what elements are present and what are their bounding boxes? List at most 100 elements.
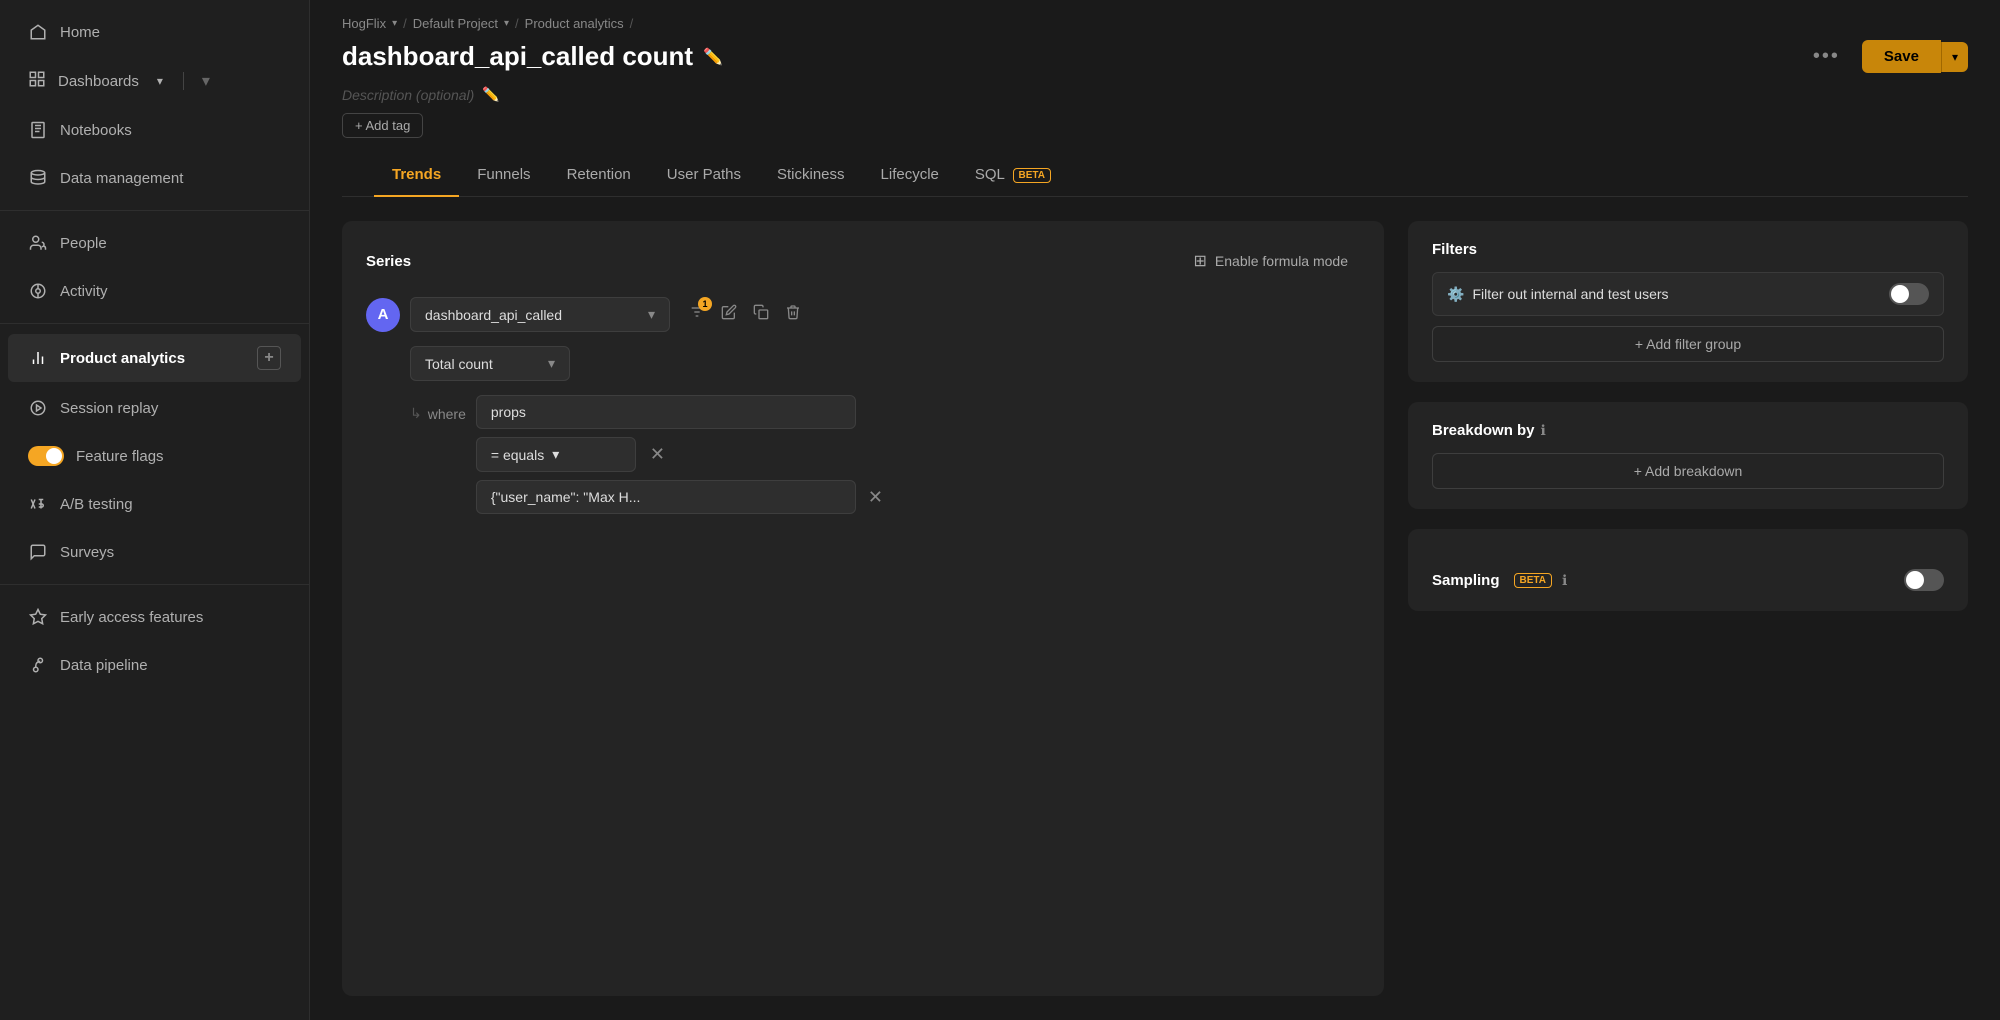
sampling-info-icon[interactable]: ℹ <box>1562 572 1567 589</box>
ab-testing-icon <box>28 494 48 514</box>
filters-panel: Filters ⚙️ Filter out internal and test … <box>1408 221 1968 996</box>
sampling-label: Sampling <box>1432 572 1500 589</box>
filter-internal-row: ⚙️ Filter out internal and test users <box>1432 272 1944 316</box>
sampling-row: Sampling BETA ℹ <box>1432 569 1944 591</box>
sidebar-item-session-replay[interactable]: Session replay <box>8 386 301 430</box>
sidebar-item-data-management[interactable]: Data management <box>8 156 301 200</box>
tab-sql[interactable]: SQL BETA <box>957 154 1069 197</box>
filters-section-title: Filters <box>1432 241 1944 258</box>
formula-icon: ⊞ <box>1194 251 1207 271</box>
dashboards-expand-icon[interactable]: ▾ <box>202 71 210 91</box>
breadcrumb-product-analytics[interactable]: Product analytics <box>525 16 624 31</box>
dashboards-icon <box>28 70 46 92</box>
save-button-group: Save ▾ <box>1862 40 1968 73</box>
data-management-icon <box>28 168 48 188</box>
breadcrumb: HogFlix ▾ / Default Project ▾ / Product … <box>342 16 1968 31</box>
breakdown-section: Breakdown by ℹ + Add breakdown <box>1408 402 1968 509</box>
sidebar-item-ab-testing[interactable]: A/B testing <box>8 482 301 526</box>
where-row: ↳ where = equals ▾ ✕ <box>410 395 1360 514</box>
where-section: ↳ where = equals ▾ ✕ <box>410 395 1360 514</box>
sidebar-item-feature-flags[interactable]: Feature flags <box>8 434 301 478</box>
filter-gear-icon: ⚙️ <box>1447 286 1464 303</box>
where-filters: = equals ▾ ✕ ✕ <box>476 395 1360 514</box>
tab-user-paths[interactable]: User Paths <box>649 154 759 197</box>
filter-property-input[interactable] <box>476 395 856 429</box>
sampling-toggle[interactable] <box>1904 569 1944 591</box>
breadcrumb-hogflix[interactable]: HogFlix <box>342 16 386 31</box>
filters-section: Filters ⚙️ Filter out internal and test … <box>1408 221 1968 382</box>
surveys-icon <box>28 542 48 562</box>
breakdown-title-row: Breakdown by ℹ <box>1432 422 1944 439</box>
dashboards-chevron-icon: ▾ <box>157 74 163 88</box>
tab-stickiness[interactable]: Stickiness <box>759 154 863 197</box>
home-icon <box>28 22 48 42</box>
sidebar-item-surveys[interactable]: Surveys <box>8 530 301 574</box>
filter-action-button[interactable]: 1 <box>684 299 710 330</box>
tabs: Trends Funnels Retention User Paths Stic… <box>342 154 1968 197</box>
product-analytics-add-button[interactable]: + <box>257 346 281 370</box>
filter-op-chevron-icon: ▾ <box>552 446 559 463</box>
header-actions: ••• Save ▾ <box>1803 39 1968 74</box>
delete-series-button[interactable] <box>780 299 806 330</box>
data-pipeline-icon <box>28 655 48 675</box>
save-button[interactable]: Save <box>1862 40 1941 73</box>
notebooks-icon <box>28 120 48 140</box>
sidebar-item-early-access[interactable]: Early access features <box>8 595 301 639</box>
sidebar-item-dashboards[interactable]: Dashboards ▾ ▾ <box>8 58 301 104</box>
event-selector[interactable]: dashboard_api_called ▾ <box>410 297 670 332</box>
default-project-dropdown-icon[interactable]: ▾ <box>504 18 509 29</box>
series-panel-header: Series ⊞ Enable formula mode <box>366 245 1360 277</box>
activity-icon <box>28 281 48 301</box>
formula-mode-button[interactable]: ⊞ Enable formula mode <box>1182 245 1360 277</box>
sidebar-item-data-pipeline[interactable]: Data pipeline <box>8 643 301 687</box>
content-area: Series ⊞ Enable formula mode A dashboard… <box>310 197 2000 1020</box>
where-label: ↳ where <box>410 395 466 422</box>
count-selector-chevron-icon: ▾ <box>548 355 555 372</box>
remove-filter-button[interactable]: ✕ <box>646 440 669 469</box>
hogflix-dropdown-icon[interactable]: ▾ <box>392 18 397 29</box>
add-breakdown-button[interactable]: + Add breakdown <box>1432 453 1944 489</box>
description-edit-icon[interactable]: ✏️ <box>482 86 499 103</box>
duplicate-series-button[interactable] <box>748 299 774 330</box>
sidebar-item-notebooks[interactable]: Notebooks <box>8 108 301 152</box>
tab-retention[interactable]: Retention <box>549 154 649 197</box>
header: HogFlix ▾ / Default Project ▾ / Product … <box>310 0 2000 197</box>
description-row: Description (optional) ✏️ <box>342 86 1968 103</box>
page-title: dashboard_api_called count ✏️ <box>342 41 723 72</box>
sidebar-item-home[interactable]: Home <box>8 10 301 54</box>
title-edit-icon[interactable]: ✏️ <box>703 47 723 67</box>
sql-beta-badge: BETA <box>1013 168 1051 183</box>
filter-operator-selector[interactable]: = equals ▾ <box>476 437 636 472</box>
edit-series-button[interactable] <box>716 299 742 330</box>
breakdown-title: Breakdown by <box>1432 422 1535 439</box>
tab-trends[interactable]: Trends <box>374 154 459 197</box>
series-letter-badge: A <box>366 298 400 332</box>
sidebar-item-activity[interactable]: Activity <box>8 269 301 313</box>
clear-filter-value-button[interactable]: ✕ <box>864 483 887 512</box>
internal-filter-toggle[interactable] <box>1889 283 1929 305</box>
series-row: A dashboard_api_called ▾ 1 <box>366 297 1360 332</box>
title-row: dashboard_api_called count ✏️ ••• Save ▾ <box>342 39 1968 74</box>
tab-lifecycle[interactable]: Lifecycle <box>863 154 957 197</box>
filter-value-input[interactable] <box>476 480 856 514</box>
sidebar: Home Dashboards ▾ ▾ Notebooks Data manag… <box>0 0 310 1020</box>
add-tag-button[interactable]: + Add tag <box>342 113 423 138</box>
add-filter-group-button[interactable]: + Add filter group <box>1432 326 1944 362</box>
save-dropdown-button[interactable]: ▾ <box>1941 42 1968 72</box>
breakdown-info-icon[interactable]: ℹ <box>1541 422 1546 439</box>
feature-flags-toggle[interactable] <box>28 446 64 466</box>
sidebar-item-product-analytics[interactable]: Product analytics + <box>8 334 301 382</box>
sampling-section: Sampling BETA ℹ <box>1408 529 1968 611</box>
sidebar-item-people[interactable]: People <box>8 221 301 265</box>
filter-count-badge: 1 <box>698 297 712 311</box>
early-access-icon <box>28 607 48 627</box>
tab-funnels[interactable]: Funnels <box>459 154 548 197</box>
count-selector[interactable]: Total count ▾ <box>410 346 570 381</box>
series-actions: 1 <box>684 299 806 330</box>
more-options-button[interactable]: ••• <box>1803 39 1850 74</box>
breadcrumb-default-project[interactable]: Default Project <box>413 16 498 31</box>
filter-value-row: ✕ <box>476 480 1360 514</box>
query-panel: Series ⊞ Enable formula mode A dashboard… <box>342 221 1384 996</box>
product-analytics-icon <box>28 348 48 368</box>
event-selector-chevron-icon: ▾ <box>648 306 655 323</box>
